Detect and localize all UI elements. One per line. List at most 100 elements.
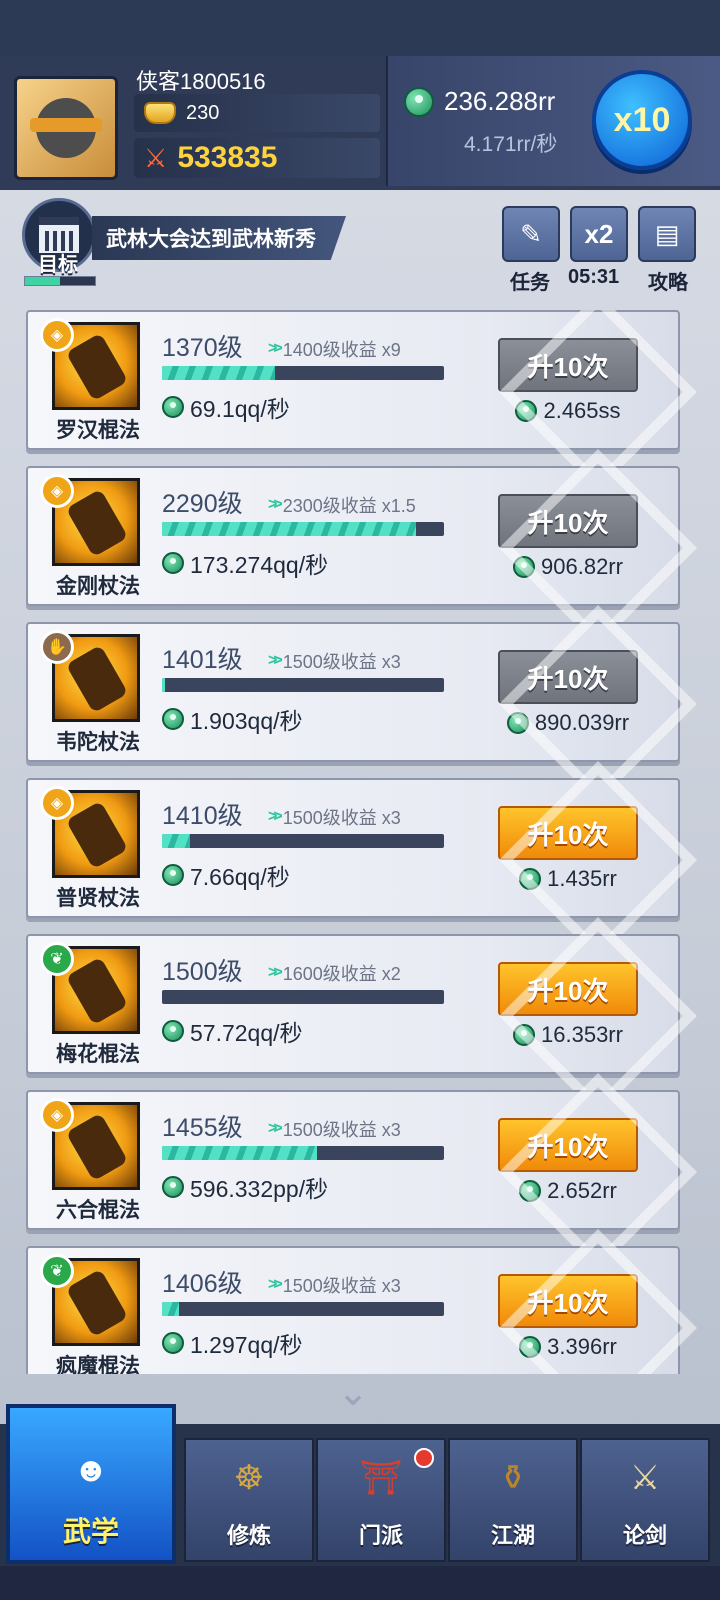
coin-icon xyxy=(519,1180,542,1202)
diamond-icon: ◈ xyxy=(40,318,74,352)
coin-icon xyxy=(162,1176,184,1198)
upgrade-10-button[interactable]: 升10次 xyxy=(498,1118,638,1172)
boost-timer: 05:31 xyxy=(568,266,620,288)
skill-next-milestone: >> 1500级收益 x3 xyxy=(268,1116,401,1142)
nav-tab-1[interactable]: ☸ 修炼 xyxy=(184,1438,314,1562)
upgrade-cost: 906.82rr xyxy=(498,554,638,580)
double-chevron-icon: >> xyxy=(268,652,283,669)
nav-label: 门派 xyxy=(358,1523,403,1548)
ninja-icon: ☻ xyxy=(73,1450,109,1489)
skill-progress xyxy=(162,990,444,1004)
skill-card[interactable]: ◈ 金刚杖法 2290级 >> 2300级收益 x1.5 173.274qq/秒… xyxy=(26,466,680,606)
skill-card[interactable]: ❦ 梅花棍法 1500级 >> 1600级收益 x2 57.72qq/秒 升10… xyxy=(26,934,680,1074)
guide-button[interactable]: ▤ xyxy=(638,206,696,262)
skill-name: 梅花棍法 xyxy=(56,1043,140,1066)
upgrade-10-button[interactable]: 升10次 xyxy=(498,338,638,392)
nav-tab-3[interactable]: ⚱ 江湖 xyxy=(448,1438,578,1562)
skill-list[interactable]: ◈ 罗汉棍法 1370级 >> 1400级收益 x9 69.1qq/秒 升10次… xyxy=(0,310,720,1374)
upgrade-cost: 890.039rr xyxy=(498,710,638,736)
power-row: ⚔ 533835 xyxy=(134,138,380,178)
skill-next-text: 1600级收益 x2 xyxy=(282,964,401,984)
upgrade-cost: 16.353rr xyxy=(498,1022,638,1048)
upgrade-10-button[interactable]: 升10次 xyxy=(498,962,638,1016)
skill-next-milestone: >> 1500级收益 x3 xyxy=(268,648,401,674)
upgrade-cost: 2.652rr xyxy=(498,1178,638,1204)
upgrade-cost-value: 3.396rr xyxy=(547,1334,617,1359)
skill-card[interactable]: ❦ 疯魔棍法 1406级 >> 1500级收益 x3 1.297qq/秒 升10… xyxy=(26,1246,680,1374)
coin-icon xyxy=(404,86,434,117)
skill-level: 1410级 xyxy=(162,802,243,830)
staff-shape xyxy=(65,488,129,558)
skill-progress-fill xyxy=(162,678,165,692)
upgrade-10-button[interactable]: 升10次 xyxy=(498,806,638,860)
staff-shape xyxy=(65,644,129,714)
nav-tab-4[interactable]: ⚔ 论剑 xyxy=(580,1438,710,1562)
multiplier-button[interactable]: x10 xyxy=(592,70,692,170)
coin-icon xyxy=(162,396,184,418)
upgrade-10-button[interactable]: 升10次 xyxy=(498,650,638,704)
skill-next-milestone: >> 1500级收益 x3 xyxy=(268,1272,401,1298)
skill-next-text: 1500级收益 x3 xyxy=(282,1276,401,1296)
player-name: 侠客1800516 xyxy=(136,69,266,94)
skill-card[interactable]: ◈ 六合棍法 1455级 >> 1500级收益 x3 596.332pp/秒 升… xyxy=(26,1090,680,1230)
skill-income: 1.903qq/秒 xyxy=(162,702,303,736)
notification-dot xyxy=(414,1448,434,1468)
skill-income: 1.297qq/秒 xyxy=(162,1326,303,1360)
power-value: 533835 xyxy=(177,141,278,174)
money-rate: 4.171rr/秒 xyxy=(464,133,558,156)
upgrade-cost-value: 890.039rr xyxy=(534,710,630,735)
goal-text[interactable]: 武林大会达到武林新秀 xyxy=(92,216,346,260)
upgrade-cost-value: 2.465ss xyxy=(543,398,621,423)
chevron-down-icon[interactable]: ⌄ xyxy=(330,1374,376,1412)
money-amount: 236.288rr xyxy=(444,86,556,116)
nav-label: 论剑 xyxy=(622,1523,667,1548)
skill-card[interactable]: ◈ 罗汉棍法 1370级 >> 1400级收益 x9 69.1qq/秒 升10次… xyxy=(26,310,680,450)
skill-next-milestone: >> 1500级收益 x3 xyxy=(268,804,401,830)
coin-icon xyxy=(513,556,536,578)
guide-label: 攻略 xyxy=(648,272,688,294)
nav-tab-2[interactable]: ⛩ 门派 xyxy=(316,1438,446,1562)
nav-label: 修炼 xyxy=(226,1523,271,1548)
task-label: 任务 xyxy=(510,272,550,294)
task-button[interactable]: ✎ xyxy=(502,206,560,262)
boost-button[interactable]: x2 xyxy=(570,206,628,262)
skill-progress xyxy=(162,1302,444,1316)
skill-card[interactable]: ✋ 韦陀杖法 1401级 >> 1500级收益 x3 1.903qq/秒 升10… xyxy=(26,622,680,762)
nav-tab-0[interactable]: ☻ 武学 xyxy=(6,1404,176,1564)
upgrade-10-button[interactable]: 升10次 xyxy=(498,494,638,548)
upgrade-cost: 1.435rr xyxy=(498,866,638,892)
skill-name: 罗汉棍法 xyxy=(56,419,140,442)
skill-progress xyxy=(162,366,444,380)
skill-next-text: 1500级收益 x3 xyxy=(282,652,401,672)
crossed-swords-icon: ⚔ xyxy=(144,143,168,173)
skill-next-milestone: >> 2300级收益 x1.5 xyxy=(268,492,416,518)
skill-name: 疯魔棍法 xyxy=(56,1355,140,1374)
double-chevron-icon: >> xyxy=(268,1276,283,1293)
leaf-icon: ❦ xyxy=(40,1254,74,1288)
double-chevron-icon: >> xyxy=(268,340,283,357)
staff-shape xyxy=(65,1268,129,1338)
skill-income-value: 1.297qq/秒 xyxy=(190,1332,303,1358)
double-chevron-icon: >> xyxy=(268,496,283,513)
goal-label: 目标 xyxy=(38,254,78,276)
diamond-icon: ◈ xyxy=(40,786,74,820)
nav-label: 武学 xyxy=(62,1516,119,1547)
skill-next-text: 2300级收益 x1.5 xyxy=(282,496,416,516)
upgrade-10-button[interactable]: 升10次 xyxy=(498,1274,638,1328)
skill-level: 1401级 xyxy=(162,646,243,674)
skill-level: 1406级 xyxy=(162,1270,243,1298)
diamond-icon: ◈ xyxy=(40,1098,74,1132)
staff-shape xyxy=(65,1112,129,1182)
avatar[interactable] xyxy=(14,76,118,180)
skill-income: 7.66qq/秒 xyxy=(162,858,290,892)
skill-progress-fill xyxy=(162,1302,179,1316)
goal-progress xyxy=(24,276,96,286)
skill-progress-fill xyxy=(162,522,416,536)
skill-card[interactable]: ◈ 普贤杖法 1410级 >> 1500级收益 x3 7.66qq/秒 升10次… xyxy=(26,778,680,918)
map-icon: ▤ xyxy=(654,218,680,249)
skill-income-value: 7.66qq/秒 xyxy=(190,864,290,890)
skill-name: 金刚杖法 xyxy=(56,575,140,598)
staff-shape xyxy=(65,800,129,870)
gold-ingot-icon xyxy=(144,102,176,124)
coin-icon xyxy=(162,1020,184,1042)
